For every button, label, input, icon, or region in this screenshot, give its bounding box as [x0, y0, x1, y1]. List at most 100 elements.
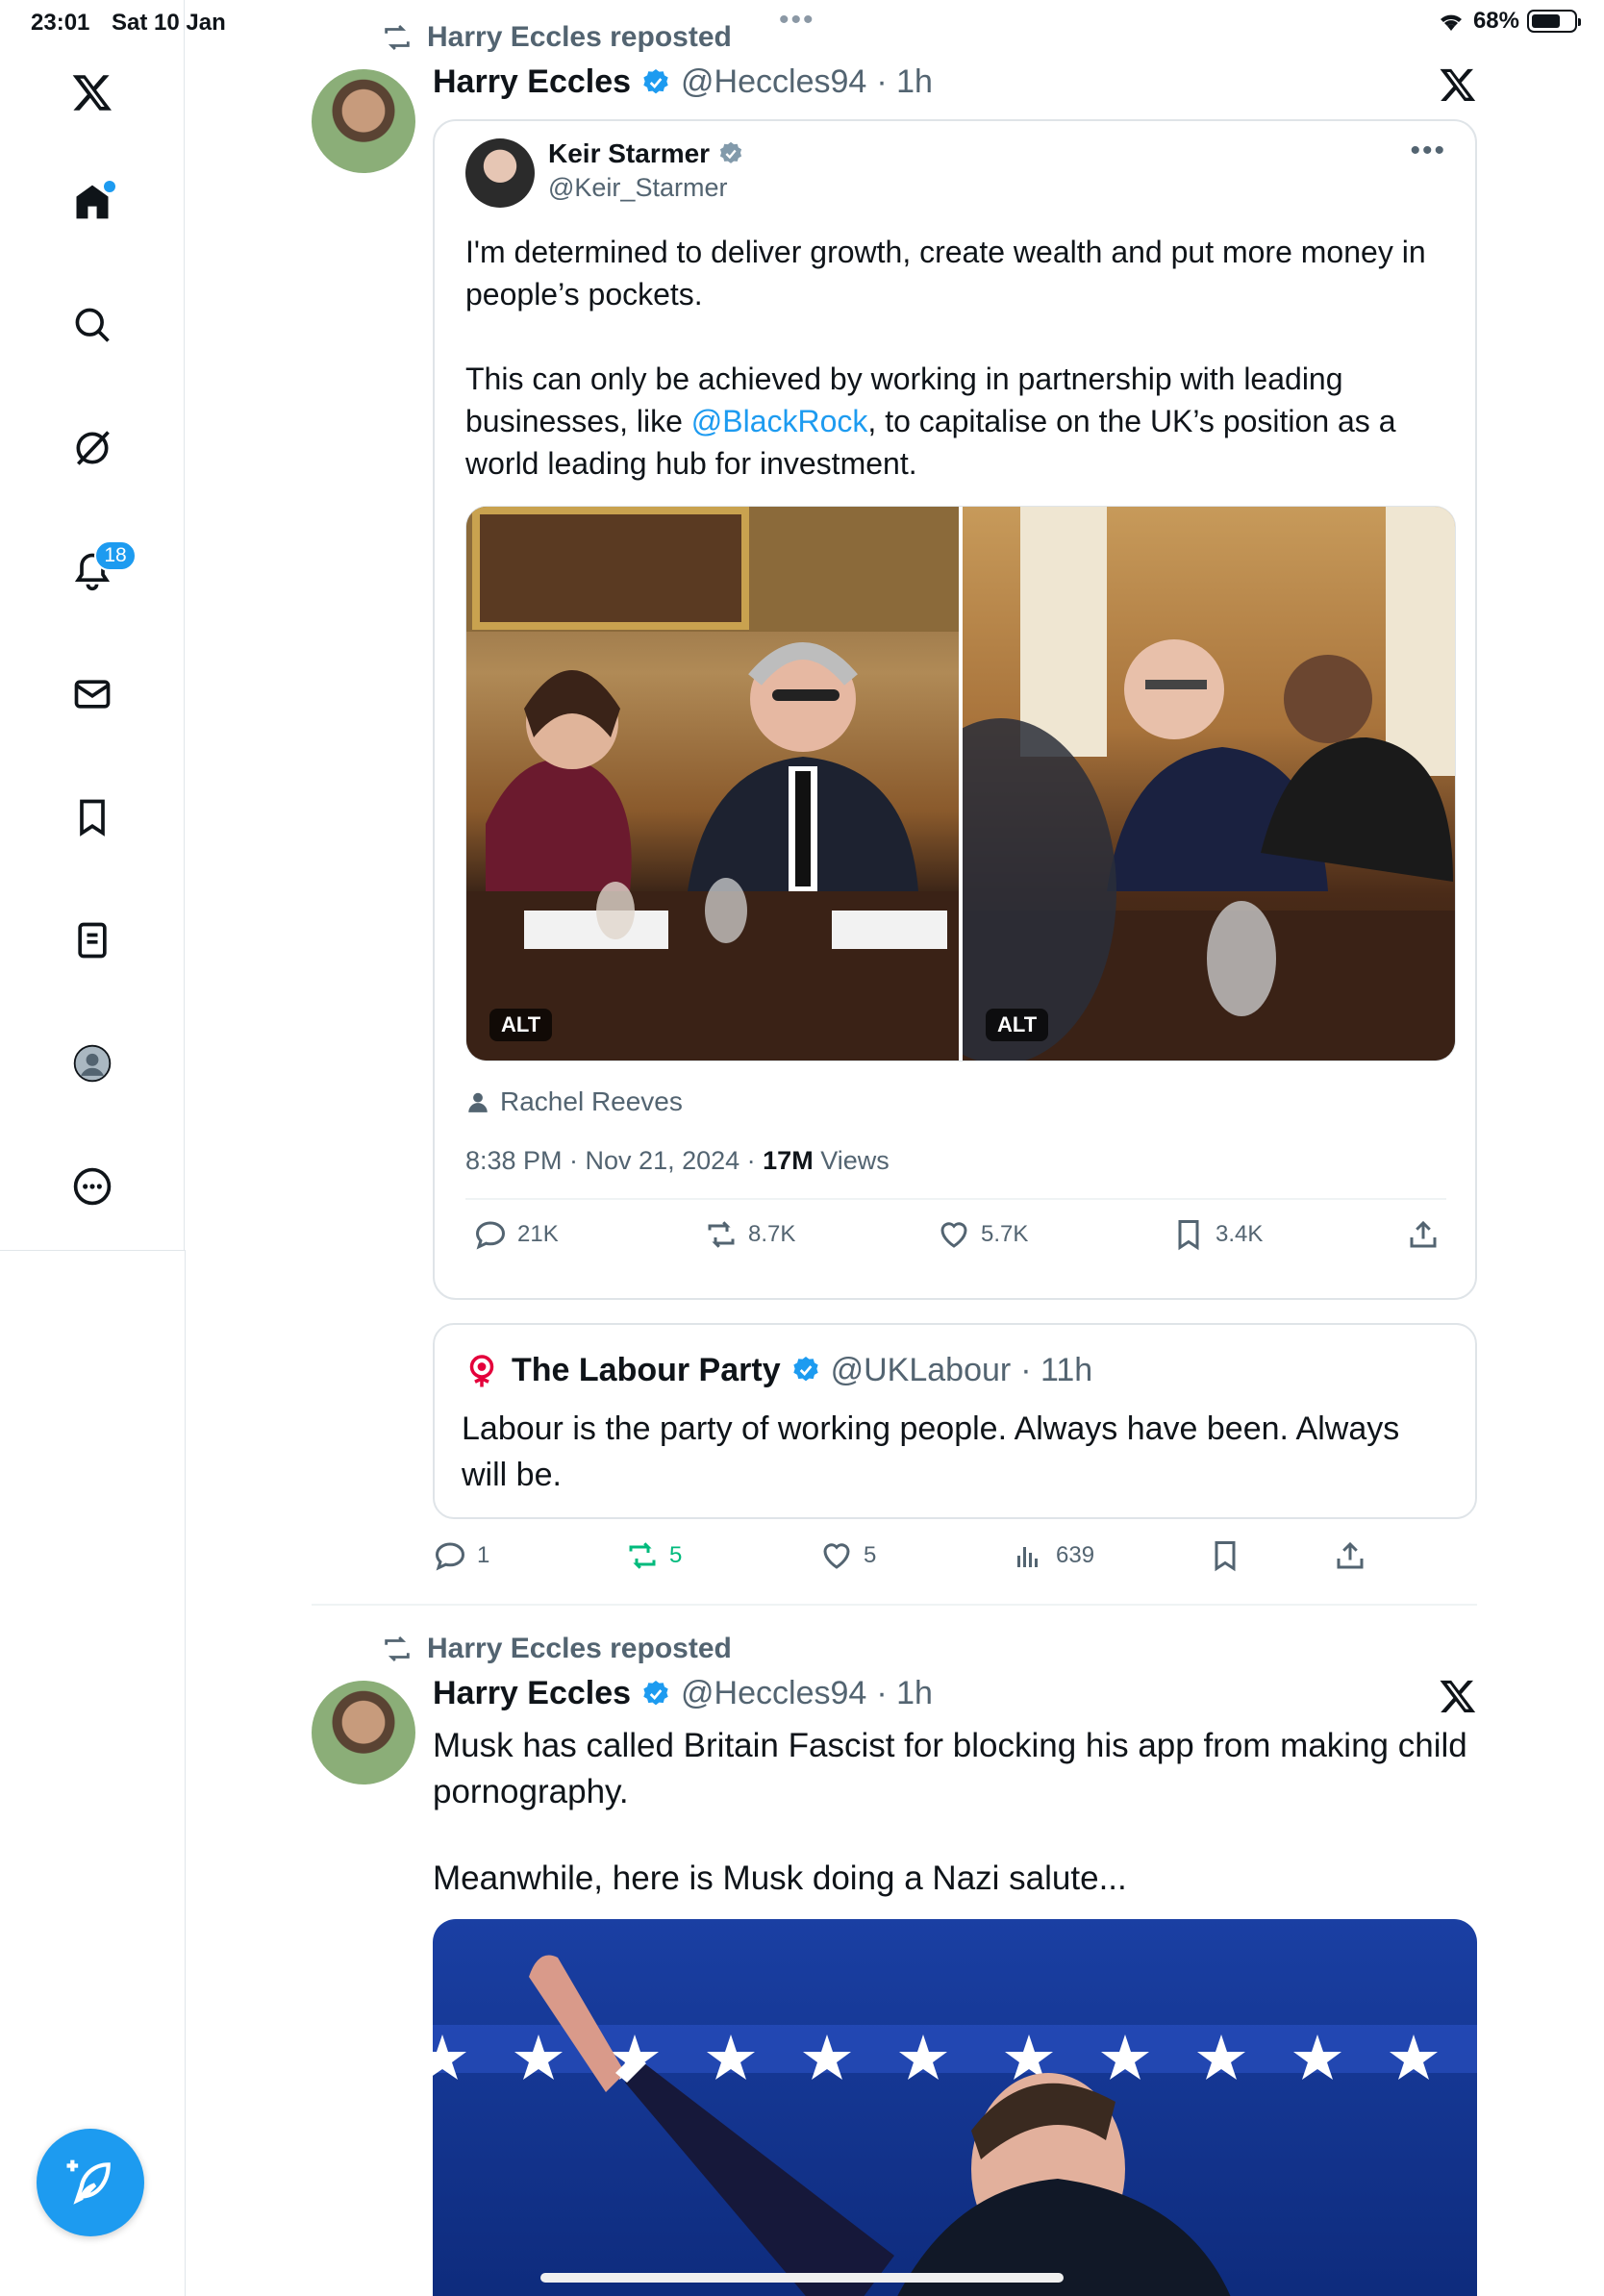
views-label: Views	[813, 1146, 890, 1175]
quoted-post-timestamp: 8:38 PM · Nov 21, 2024 ·	[465, 1146, 764, 1175]
repost-count: 8.7K	[748, 1221, 796, 1247]
sidebar-item-notifications[interactable]: 18	[60, 538, 137, 604]
repost-icon	[385, 1635, 410, 1662]
home-indicator[interactable]	[540, 2273, 1064, 2283]
photo-illustration	[433, 1919, 1477, 2296]
tweet-photo[interactable]	[433, 1919, 1477, 2296]
tagged-person-name: Rachel Reeves	[500, 1086, 683, 1116]
reply-count: 1	[477, 1542, 490, 1568]
like-count: 5	[864, 1542, 877, 1568]
grok-icon	[76, 431, 110, 465]
repost-button[interactable]: 5	[625, 1538, 682, 1573]
avatar[interactable]	[312, 1681, 415, 1784]
embedded-author-handle[interactable]: @UKLabour	[831, 1352, 1012, 1389]
repost-icon	[629, 1542, 656, 1569]
tweet-time[interactable]: · 1h	[876, 63, 933, 101]
sidebar-item-profile[interactable]	[60, 1031, 125, 1096]
embedded-author-name[interactable]: The Labour Party	[512, 1352, 781, 1389]
share-icon	[1410, 1220, 1437, 1248]
feed-divider	[312, 1604, 1477, 1606]
repost-icon	[708, 1221, 735, 1248]
reply-button[interactable]: 1	[433, 1538, 489, 1573]
bookmark-button[interactable]	[1208, 1538, 1242, 1573]
quoted-author-name[interactable]: Keir Starmer	[548, 138, 710, 169]
repost-indicator[interactable]: Harry Eccles reposted	[381, 21, 732, 54]
reply-button[interactable]: 21K	[473, 1217, 559, 1252]
heart-icon	[823, 1543, 850, 1569]
notifications-badge: 18	[94, 540, 137, 571]
embedded-time[interactable]: · 11h	[1020, 1352, 1092, 1389]
author-name[interactable]: Harry Eccles	[433, 1675, 631, 1712]
views-count: 639	[1056, 1542, 1095, 1568]
sidebar-divider	[0, 1250, 185, 1251]
sidebar-item-messages[interactable]	[60, 661, 125, 727]
author-handle[interactable]: @Heccles94	[681, 63, 866, 101]
mention-link[interactable]: @BlackRock	[691, 404, 868, 438]
sidebar-item-lists[interactable]	[60, 908, 125, 973]
alt-badge[interactable]: ALT	[986, 1009, 1049, 1041]
bookmark-icon	[1215, 1541, 1236, 1572]
messages-icon	[74, 680, 111, 709]
share-button[interactable]	[1333, 1538, 1367, 1573]
home-new-dot	[104, 181, 115, 192]
quoted-author-handle[interactable]: @Keir_Starmer	[548, 173, 727, 203]
compose-post-button[interactable]	[37, 2129, 144, 2236]
avatar[interactable]	[465, 138, 535, 208]
status-right: 68%	[1437, 8, 1581, 35]
sidebar-item-grok[interactable]	[60, 415, 125, 481]
like-button[interactable]: 5	[819, 1538, 876, 1573]
repost-icon	[385, 24, 410, 51]
bookmark-button[interactable]: 3.4K	[1171, 1217, 1263, 1252]
repost-label: Harry Eccles reposted	[427, 1633, 732, 1664]
repost-indicator[interactable]: Harry Eccles reposted	[381, 1633, 732, 1665]
profile-icon	[73, 1044, 112, 1083]
photo-cabinet-meeting-1[interactable]: ALT	[466, 507, 959, 1061]
labour-rose-icon	[469, 1355, 494, 1387]
alt-badge[interactable]: ALT	[489, 1009, 553, 1041]
repost-button[interactable]: 8.7K	[704, 1217, 795, 1252]
quoted-post-card[interactable]: The Labour Party @UKLabour · 11h Labour …	[433, 1323, 1477, 1519]
sidebar-item-search[interactable]	[60, 292, 125, 358]
quoted-post-meta: 8:38 PM · Nov 21, 2024 · 17M Views	[465, 1146, 890, 1176]
sidebar-item-bookmarks[interactable]	[60, 785, 125, 850]
more-icon	[73, 1167, 112, 1206]
tweet-time[interactable]: · 1h	[876, 1675, 933, 1712]
views-count: 17M	[763, 1146, 814, 1175]
share-button[interactable]	[1406, 1217, 1441, 1252]
sidebar-item-more[interactable]	[60, 1154, 125, 1219]
x-logo-icon	[1440, 68, 1476, 101]
quoted-post-text: I'm determined to deliver growth, create…	[465, 231, 1466, 485]
bookmark-icon	[1178, 1220, 1199, 1251]
multitasking-dots-icon[interactable]: •••	[779, 4, 815, 37]
more-options-icon[interactable]: •••	[1410, 135, 1446, 167]
reply-icon	[435, 1542, 465, 1571]
photo-cabinet-meeting-2[interactable]: ALT	[886, 507, 1455, 1061]
battery-icon	[1527, 10, 1581, 33]
tagged-people[interactable]: Rachel Reeves	[465, 1086, 683, 1117]
author-handle[interactable]: @Heccles94	[681, 1675, 866, 1712]
sidebar-rail	[185, 1250, 186, 2296]
photo-grid: ALT ALT	[465, 506, 1456, 1061]
person-icon	[468, 1092, 488, 1112]
quoted-post-card[interactable]: Keir Starmer @Keir_Starmer ••• I'm deter…	[433, 119, 1477, 1300]
heart-icon	[940, 1222, 967, 1248]
status-bar: 23:01 Sat 10 Jan ••• 68%	[0, 0, 1604, 46]
bookmark-count: 3.4K	[1216, 1221, 1264, 1247]
search-icon	[75, 308, 110, 342]
x-logo-icon[interactable]	[60, 60, 125, 125]
repost-count: 5	[669, 1542, 683, 1568]
views-button[interactable]: 639	[1012, 1538, 1094, 1573]
avatar[interactable]	[312, 69, 415, 173]
embedded-post-text: Labour is the party of working people. A…	[462, 1410, 1400, 1493]
embedded-post-header: The Labour Party @UKLabour · 11h	[462, 1350, 1092, 1390]
tweet-text: Musk has called Britain Fascist for bloc…	[433, 1727, 1467, 1810]
quoted-paragraph-2: This can only be achieved by working in …	[465, 358, 1466, 485]
author-name[interactable]: Harry Eccles	[433, 63, 631, 101]
divider	[465, 1198, 1446, 1200]
sidebar-item-home[interactable]	[60, 169, 125, 235]
reply-count: 21K	[517, 1221, 559, 1247]
reply-icon	[475, 1221, 506, 1250]
quoted-paragraph-1: I'm determined to deliver growth, create…	[465, 235, 1426, 312]
verified-badge-icon	[792, 1357, 818, 1382]
like-button[interactable]: 5.7K	[937, 1217, 1028, 1252]
